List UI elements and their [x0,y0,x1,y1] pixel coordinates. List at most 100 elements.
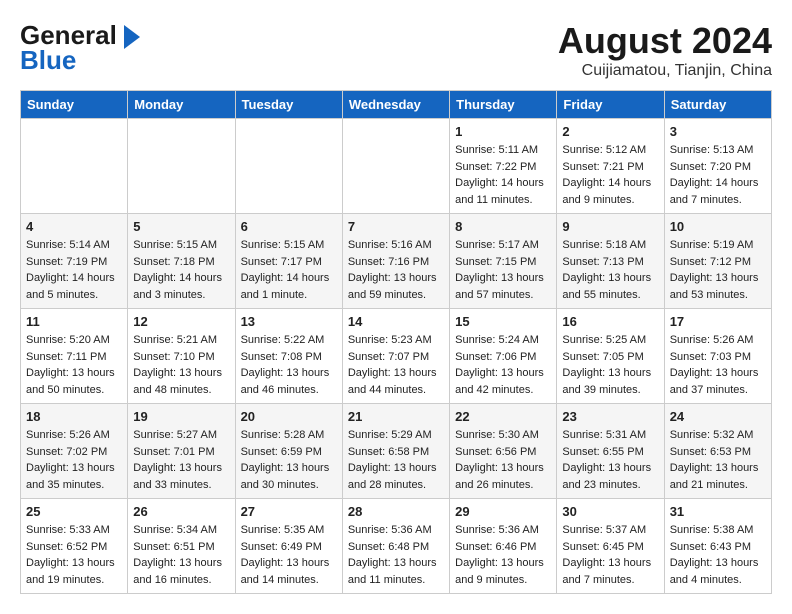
day-info: Sunrise: 5:15 AM Sunset: 7:18 PM Dayligh… [133,237,229,303]
sunset-text: Sunset: 7:07 PM [348,349,444,366]
calendar-cell: 27 Sunrise: 5:35 AM Sunset: 6:49 PM Dayl… [235,499,342,594]
sunrise-text: Sunrise: 5:20 AM [26,332,122,349]
calendar-cell: 13 Sunrise: 5:22 AM Sunset: 7:08 PM Dayl… [235,309,342,404]
day-info: Sunrise: 5:26 AM Sunset: 7:03 PM Dayligh… [670,332,766,398]
calendar-cell: 29 Sunrise: 5:36 AM Sunset: 6:46 PM Dayl… [450,499,557,594]
daylight-text: Daylight: 13 hours and 46 minutes. [241,365,337,398]
sunrise-text: Sunrise: 5:31 AM [562,427,658,444]
calendar-cell: 26 Sunrise: 5:34 AM Sunset: 6:51 PM Dayl… [128,499,235,594]
sunrise-text: Sunrise: 5:14 AM [26,237,122,254]
sunset-text: Sunset: 6:46 PM [455,539,551,556]
day-number: 8 [455,219,551,234]
daylight-text: Daylight: 13 hours and 35 minutes. [26,460,122,493]
calendar-cell: 28 Sunrise: 5:36 AM Sunset: 6:48 PM Dayl… [342,499,449,594]
daylight-text: Daylight: 14 hours and 5 minutes. [26,270,122,303]
day-number: 5 [133,219,229,234]
logo-arrow-icon [124,25,140,49]
calendar-cell: 31 Sunrise: 5:38 AM Sunset: 6:43 PM Dayl… [664,499,771,594]
daylight-text: Daylight: 13 hours and 53 minutes. [670,270,766,303]
daylight-text: Daylight: 13 hours and 19 minutes. [26,555,122,588]
day-info: Sunrise: 5:13 AM Sunset: 7:20 PM Dayligh… [670,142,766,208]
calendar-cell: 15 Sunrise: 5:24 AM Sunset: 7:06 PM Dayl… [450,309,557,404]
day-info: Sunrise: 5:11 AM Sunset: 7:22 PM Dayligh… [455,142,551,208]
day-info: Sunrise: 5:19 AM Sunset: 7:12 PM Dayligh… [670,237,766,303]
day-info: Sunrise: 5:32 AM Sunset: 6:53 PM Dayligh… [670,427,766,493]
weekday-header-wednesday: Wednesday [342,91,449,119]
sunset-text: Sunset: 7:11 PM [26,349,122,366]
day-number: 21 [348,409,444,424]
sunset-text: Sunset: 7:22 PM [455,159,551,176]
day-number: 9 [562,219,658,234]
sunrise-text: Sunrise: 5:18 AM [562,237,658,254]
sunset-text: Sunset: 7:12 PM [670,254,766,271]
calendar-cell: 14 Sunrise: 5:23 AM Sunset: 7:07 PM Dayl… [342,309,449,404]
calendar-cell: 4 Sunrise: 5:14 AM Sunset: 7:19 PM Dayli… [21,214,128,309]
calendar-cell: 30 Sunrise: 5:37 AM Sunset: 6:45 PM Dayl… [557,499,664,594]
day-info: Sunrise: 5:36 AM Sunset: 6:48 PM Dayligh… [348,522,444,588]
day-number: 12 [133,314,229,329]
sunrise-text: Sunrise: 5:26 AM [670,332,766,349]
day-number: 23 [562,409,658,424]
day-info: Sunrise: 5:23 AM Sunset: 7:07 PM Dayligh… [348,332,444,398]
daylight-text: Daylight: 13 hours and 26 minutes. [455,460,551,493]
sunrise-text: Sunrise: 5:38 AM [670,522,766,539]
day-number: 19 [133,409,229,424]
logo-blue: Blue [20,45,76,76]
calendar-cell: 10 Sunrise: 5:19 AM Sunset: 7:12 PM Dayl… [664,214,771,309]
sunset-text: Sunset: 6:52 PM [26,539,122,556]
sunset-text: Sunset: 6:45 PM [562,539,658,556]
sunrise-text: Sunrise: 5:27 AM [133,427,229,444]
daylight-text: Daylight: 13 hours and 4 minutes. [670,555,766,588]
title-area: August 2024 Cuijiamatou, Tianjin, China [558,20,772,80]
day-number: 4 [26,219,122,234]
daylight-text: Daylight: 13 hours and 23 minutes. [562,460,658,493]
day-number: 6 [241,219,337,234]
sunrise-text: Sunrise: 5:19 AM [670,237,766,254]
daylight-text: Daylight: 13 hours and 57 minutes. [455,270,551,303]
day-info: Sunrise: 5:15 AM Sunset: 7:17 PM Dayligh… [241,237,337,303]
day-info: Sunrise: 5:30 AM Sunset: 6:56 PM Dayligh… [455,427,551,493]
sunrise-text: Sunrise: 5:22 AM [241,332,337,349]
weekday-header-row: SundayMondayTuesdayWednesdayThursdayFrid… [21,91,772,119]
daylight-text: Daylight: 14 hours and 3 minutes. [133,270,229,303]
daylight-text: Daylight: 13 hours and 9 minutes. [455,555,551,588]
sunset-text: Sunset: 7:02 PM [26,444,122,461]
daylight-text: Daylight: 13 hours and 42 minutes. [455,365,551,398]
sunrise-text: Sunrise: 5:36 AM [348,522,444,539]
day-number: 30 [562,504,658,519]
sunset-text: Sunset: 7:17 PM [241,254,337,271]
sunset-text: Sunset: 6:55 PM [562,444,658,461]
day-info: Sunrise: 5:35 AM Sunset: 6:49 PM Dayligh… [241,522,337,588]
month-title: August 2024 [558,20,772,62]
day-info: Sunrise: 5:28 AM Sunset: 6:59 PM Dayligh… [241,427,337,493]
sunset-text: Sunset: 6:48 PM [348,539,444,556]
daylight-text: Daylight: 13 hours and 21 minutes. [670,460,766,493]
day-number: 15 [455,314,551,329]
day-info: Sunrise: 5:29 AM Sunset: 6:58 PM Dayligh… [348,427,444,493]
sunrise-text: Sunrise: 5:15 AM [133,237,229,254]
day-number: 7 [348,219,444,234]
day-number: 25 [26,504,122,519]
calendar-cell: 17 Sunrise: 5:26 AM Sunset: 7:03 PM Dayl… [664,309,771,404]
day-info: Sunrise: 5:17 AM Sunset: 7:15 PM Dayligh… [455,237,551,303]
day-number: 2 [562,124,658,139]
calendar-cell: 18 Sunrise: 5:26 AM Sunset: 7:02 PM Dayl… [21,404,128,499]
calendar-cell [128,119,235,214]
day-number: 26 [133,504,229,519]
calendar-cell: 25 Sunrise: 5:33 AM Sunset: 6:52 PM Dayl… [21,499,128,594]
sunrise-text: Sunrise: 5:26 AM [26,427,122,444]
day-info: Sunrise: 5:33 AM Sunset: 6:52 PM Dayligh… [26,522,122,588]
sunset-text: Sunset: 7:18 PM [133,254,229,271]
calendar-cell: 9 Sunrise: 5:18 AM Sunset: 7:13 PM Dayli… [557,214,664,309]
daylight-text: Daylight: 14 hours and 1 minute. [241,270,337,303]
day-info: Sunrise: 5:31 AM Sunset: 6:55 PM Dayligh… [562,427,658,493]
day-number: 16 [562,314,658,329]
calendar-cell: 8 Sunrise: 5:17 AM Sunset: 7:15 PM Dayli… [450,214,557,309]
day-number: 22 [455,409,551,424]
sunrise-text: Sunrise: 5:34 AM [133,522,229,539]
calendar-week-row: 11 Sunrise: 5:20 AM Sunset: 7:11 PM Dayl… [21,309,772,404]
sunrise-text: Sunrise: 5:12 AM [562,142,658,159]
day-number: 17 [670,314,766,329]
calendar-cell: 7 Sunrise: 5:16 AM Sunset: 7:16 PM Dayli… [342,214,449,309]
day-number: 1 [455,124,551,139]
